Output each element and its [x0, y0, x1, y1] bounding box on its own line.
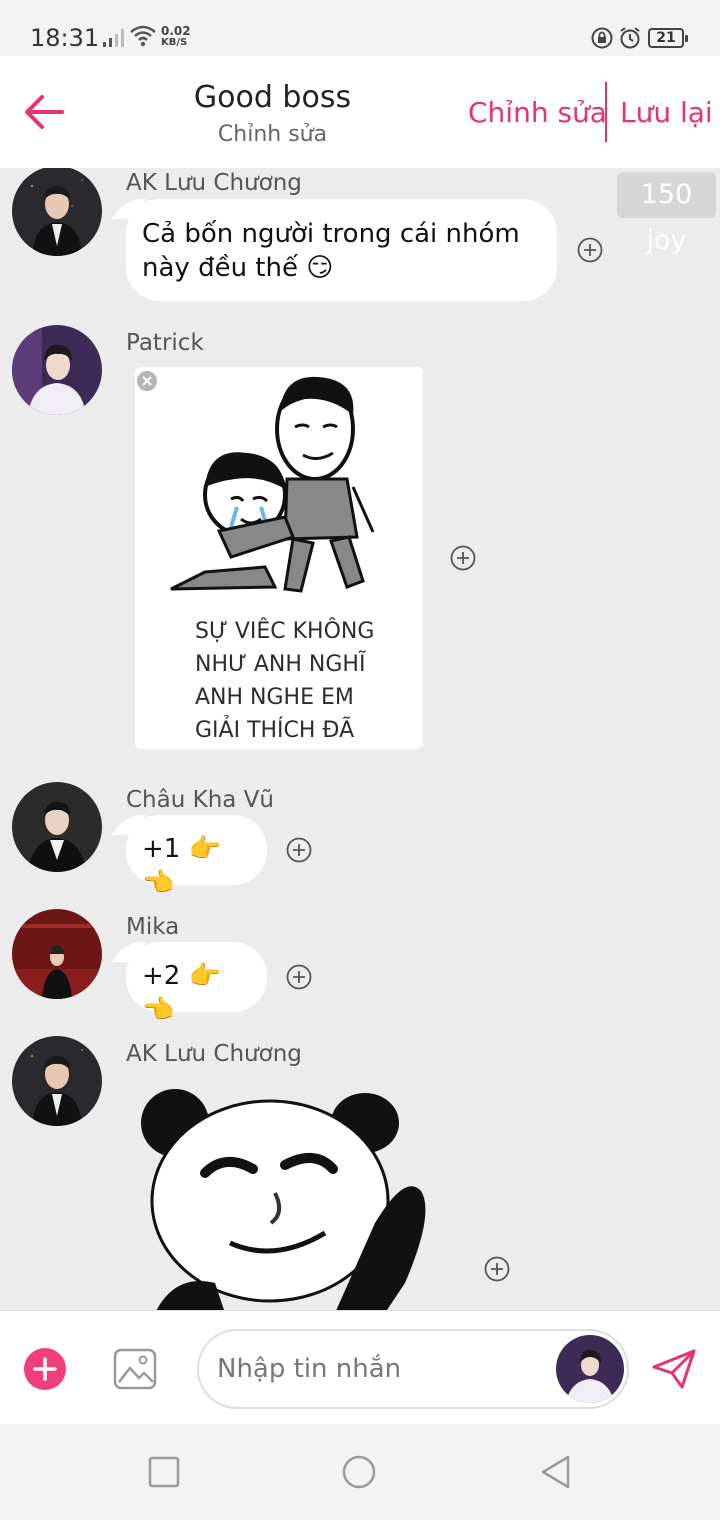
network-speed: 0.02 KB/S: [161, 25, 191, 49]
sender-name: AK Lưu Chương: [126, 170, 302, 196]
message-bubble[interactable]: +2 👉👈: [126, 942, 267, 1025]
send-icon[interactable]: [652, 1349, 696, 1389]
meme-illustration: [170, 376, 375, 593]
system-nav-bar: [0, 1424, 720, 1520]
status-bar: 18:31 0.02 KB/S 21: [0, 0, 720, 56]
avatar-ak-luu-chuong[interactable]: [12, 168, 102, 256]
avatar[interactable]: [556, 1335, 624, 1403]
wifi-icon: [130, 25, 156, 47]
message-text: Cả bốn người trong cái nhóm: [142, 219, 520, 249]
lock-rotation-icon: [591, 27, 613, 49]
signal-icon: [103, 29, 124, 47]
sender-name: AK Lưu Chương: [126, 1041, 302, 1067]
avatar-chau-kha-vu[interactable]: [12, 782, 102, 872]
message-text: này đều thế 😏: [142, 253, 334, 283]
add-attachment-button[interactable]: [24, 1348, 66, 1390]
meme-caption-line: ANH NGHE EM: [195, 685, 354, 710]
add-reaction-icon[interactable]: [484, 1256, 510, 1282]
meme-image[interactable]: SỰ VIÊC KHÔNG NHƯ ANH NGHĨ ANH NGHE EM G…: [135, 367, 423, 749]
message-text: +1 👉👈: [142, 834, 221, 898]
message-feed[interactable]: 150 joy AK Lưu Chương Cả bốn người trong…: [0, 168, 720, 1310]
avatar-mika[interactable]: [12, 909, 102, 999]
edit-button[interactable]: Chỉnh sửa: [468, 96, 607, 129]
network-speed-unit: KB/S: [161, 37, 188, 48]
avatar-ak-luu-chuong[interactable]: [12, 1036, 102, 1126]
back-icon[interactable]: [538, 1454, 574, 1490]
panda-sticker[interactable]: [135, 1083, 455, 1310]
alarm-icon: [620, 27, 640, 49]
header-divider: [605, 82, 607, 142]
meme-caption-line: SỰ VIÊC KHÔNG: [195, 619, 375, 644]
chat-header: Good boss Chỉnh sửa Chỉnh sửa Lưu lại: [0, 56, 720, 168]
meme-caption-line: GIẢI THÍCH ĐÃ: [195, 718, 355, 743]
meme-caption-line: NHƯ ANH NGHĨ: [195, 652, 366, 677]
save-button[interactable]: Lưu lại: [620, 96, 713, 129]
chat-title: Good boss: [193, 80, 352, 115]
message-bubble[interactable]: Cả bốn người trong cái nhóm này đều thế …: [126, 199, 557, 301]
meme-caption: SỰ VIÊC KHÔNG NHƯ ANH NGHĨ ANH NGHE EM G…: [195, 615, 374, 747]
message-bubble[interactable]: +1 👉👈: [126, 815, 267, 898]
add-reaction-icon[interactable]: [286, 964, 312, 990]
avatar-patrick[interactable]: [12, 325, 102, 415]
battery-indicator: 21: [648, 28, 688, 48]
joy-badge: 150 joy: [617, 172, 716, 256]
chat-subtitle: Chỉnh sửa: [217, 122, 328, 147]
sender-name: Patrick: [126, 330, 204, 356]
status-time: 18:31: [30, 24, 100, 52]
add-reaction-icon[interactable]: [450, 545, 476, 571]
add-reaction-icon[interactable]: [577, 237, 603, 263]
image-icon[interactable]: [113, 1348, 157, 1390]
add-reaction-icon[interactable]: [286, 837, 312, 863]
sender-name: Mika: [126, 914, 180, 940]
close-icon[interactable]: [136, 370, 158, 392]
network-speed-value: 0.02: [161, 24, 191, 38]
sender-name: Châu Kha Vũ: [126, 787, 274, 813]
message-composer: [0, 1310, 720, 1424]
home-icon[interactable]: [341, 1454, 377, 1490]
message-text: +2 👉👈: [142, 961, 221, 1025]
recent-apps-icon[interactable]: [146, 1454, 182, 1490]
